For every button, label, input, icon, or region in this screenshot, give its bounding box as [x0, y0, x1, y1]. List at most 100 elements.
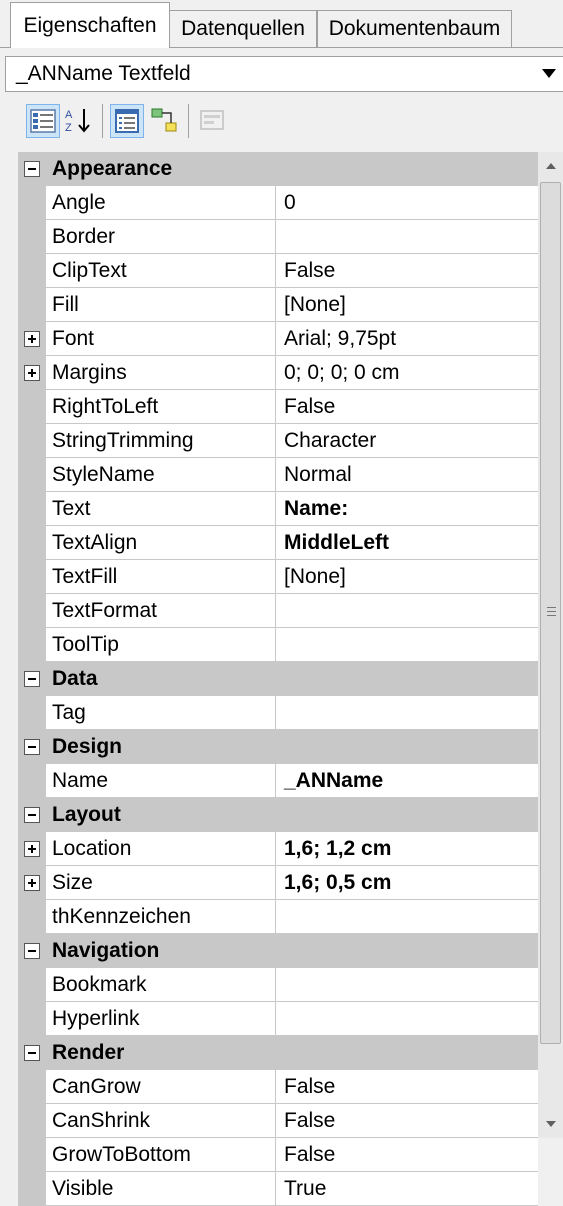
category-design[interactable]: Design	[18, 730, 538, 764]
property-name: TextFill	[46, 560, 276, 594]
property-value[interactable]: Arial; 9,75pt	[276, 322, 538, 356]
property-value[interactable]: False	[276, 1070, 538, 1104]
property-value[interactable]: _ANName	[276, 764, 538, 798]
category-label: Render	[52, 1041, 125, 1064]
property-value[interactable]: Name:	[276, 492, 538, 526]
property-value[interactable]: 1,6; 1,2 cm	[276, 832, 538, 866]
property-gutter	[18, 186, 46, 220]
property-value[interactable]: True	[276, 1172, 538, 1206]
property-value[interactable]: [None]	[276, 560, 538, 594]
expand-icon[interactable]	[24, 875, 40, 891]
property-grid: Appearance Angle 0 Border ClipText False Fill[…	[18, 152, 538, 1206]
property-row[interactable]: Size 1,6; 0,5 cm	[18, 866, 538, 900]
tab-eigenschaften[interactable]: Eigenschaften	[10, 2, 170, 48]
category-data[interactable]: Data	[18, 662, 538, 696]
category-gutter	[18, 662, 46, 696]
property-value[interactable]: 1,6; 0,5 cm	[276, 866, 538, 900]
events-icon	[151, 108, 177, 132]
property-row[interactable]: Location 1,6; 1,2 cm	[18, 832, 538, 866]
properties-button[interactable]	[110, 104, 144, 138]
property-value[interactable]	[276, 968, 538, 1002]
collapse-icon[interactable]	[24, 161, 40, 177]
property-row[interactable]: Hyperlink	[18, 1002, 538, 1036]
property-row[interactable]: ClipText False	[18, 254, 538, 288]
property-value[interactable]: False	[276, 254, 538, 288]
property-row[interactable]: Name _ANName	[18, 764, 538, 798]
property-name: Tag	[46, 696, 276, 730]
scrollbar-thumb[interactable]	[540, 182, 561, 1044]
property-row[interactable]: Font Arial; 9,75pt	[18, 322, 538, 356]
collapse-icon[interactable]	[24, 1045, 40, 1061]
property-row[interactable]: CanGrow False	[18, 1070, 538, 1104]
property-value[interactable]: MiddleLeft	[276, 526, 538, 560]
category-gutter	[18, 1036, 46, 1070]
property-name: Text	[46, 492, 276, 526]
object-selector-dropdown[interactable]: _ANName Textfeld	[5, 56, 563, 92]
property-row[interactable]: thKennzeichen	[18, 900, 538, 934]
property-gutter	[18, 492, 46, 526]
property-row[interactable]: Border	[18, 220, 538, 254]
events-button[interactable]	[148, 104, 182, 138]
property-value[interactable]: 0	[276, 186, 538, 220]
property-row[interactable]: TextFill [None]	[18, 560, 538, 594]
property-gutter	[18, 526, 46, 560]
property-value[interactable]	[276, 594, 538, 628]
tab-dokumentenbaum[interactable]: Dokumentenbaum	[317, 10, 512, 47]
property-row[interactable]: Bookmark	[18, 968, 538, 1002]
grip-icon	[547, 607, 556, 616]
property-value[interactable]: False	[276, 1138, 538, 1172]
property-row[interactable]: TextAlign MiddleLeft	[18, 526, 538, 560]
category-render[interactable]: Render	[18, 1036, 538, 1070]
property-name: TextAlign	[46, 526, 276, 560]
property-row[interactable]: Margins 0; 0; 0; 0 cm	[18, 356, 538, 390]
category-navigation[interactable]: Navigation	[18, 934, 538, 968]
expand-icon[interactable]	[24, 365, 40, 381]
category-appearance[interactable]: Appearance	[18, 152, 538, 186]
property-value[interactable]: 0; 0; 0; 0 cm	[276, 356, 538, 390]
object-selector-value: _ANName Textfeld	[16, 62, 191, 85]
property-value[interactable]: False	[276, 390, 538, 424]
property-row[interactable]: RightToLeft False	[18, 390, 538, 424]
property-value[interactable]	[276, 696, 538, 730]
collapse-icon[interactable]	[24, 943, 40, 959]
scroll-down-arrow-icon[interactable]	[538, 1110, 563, 1138]
property-pages-button[interactable]	[196, 104, 230, 138]
property-row[interactable]: Tag	[18, 696, 538, 730]
scroll-up-arrow-icon[interactable]	[538, 152, 563, 180]
sort-alphabetical-button[interactable]: A Z	[62, 104, 96, 138]
collapse-icon[interactable]	[24, 807, 40, 823]
property-value[interactable]	[276, 628, 538, 662]
property-value[interactable]: False	[276, 1104, 538, 1138]
property-value[interactable]: Normal	[276, 458, 538, 492]
property-name: Fill	[46, 288, 276, 322]
property-name: GrowToBottom	[46, 1138, 276, 1172]
property-value[interactable]	[276, 1002, 538, 1036]
expand-icon[interactable]	[24, 841, 40, 857]
property-row[interactable]: Visible True	[18, 1172, 538, 1206]
vertical-scrollbar[interactable]	[538, 152, 563, 1138]
property-value[interactable]: [None]	[276, 288, 538, 322]
property-row[interactable]: CanShrink False	[18, 1104, 538, 1138]
property-row[interactable]: StyleName Normal	[18, 458, 538, 492]
property-gutter	[18, 968, 46, 1002]
property-row[interactable]: GrowToBottom False	[18, 1138, 538, 1172]
property-row[interactable]: TextFormat	[18, 594, 538, 628]
property-name: Font	[46, 322, 276, 356]
properties-icon	[115, 109, 139, 133]
property-value[interactable]	[276, 900, 538, 934]
categorized-button[interactable]	[26, 104, 60, 138]
property-row[interactable]: Text Name:	[18, 492, 538, 526]
collapse-icon[interactable]	[24, 739, 40, 755]
tab-datenquellen[interactable]: Datenquellen	[169, 10, 317, 47]
property-row[interactable]: Angle 0	[18, 186, 538, 220]
property-row[interactable]: StringTrimming Character	[18, 424, 538, 458]
property-value[interactable]: Character	[276, 424, 538, 458]
property-row[interactable]: ToolTip	[18, 628, 538, 662]
chevron-down-icon[interactable]	[542, 69, 556, 78]
property-name: Bookmark	[46, 968, 276, 1002]
property-row[interactable]: Fill [None]	[18, 288, 538, 322]
collapse-icon[interactable]	[24, 671, 40, 687]
property-value[interactable]	[276, 220, 538, 254]
expand-icon[interactable]	[24, 331, 40, 347]
category-layout[interactable]: Layout	[18, 798, 538, 832]
